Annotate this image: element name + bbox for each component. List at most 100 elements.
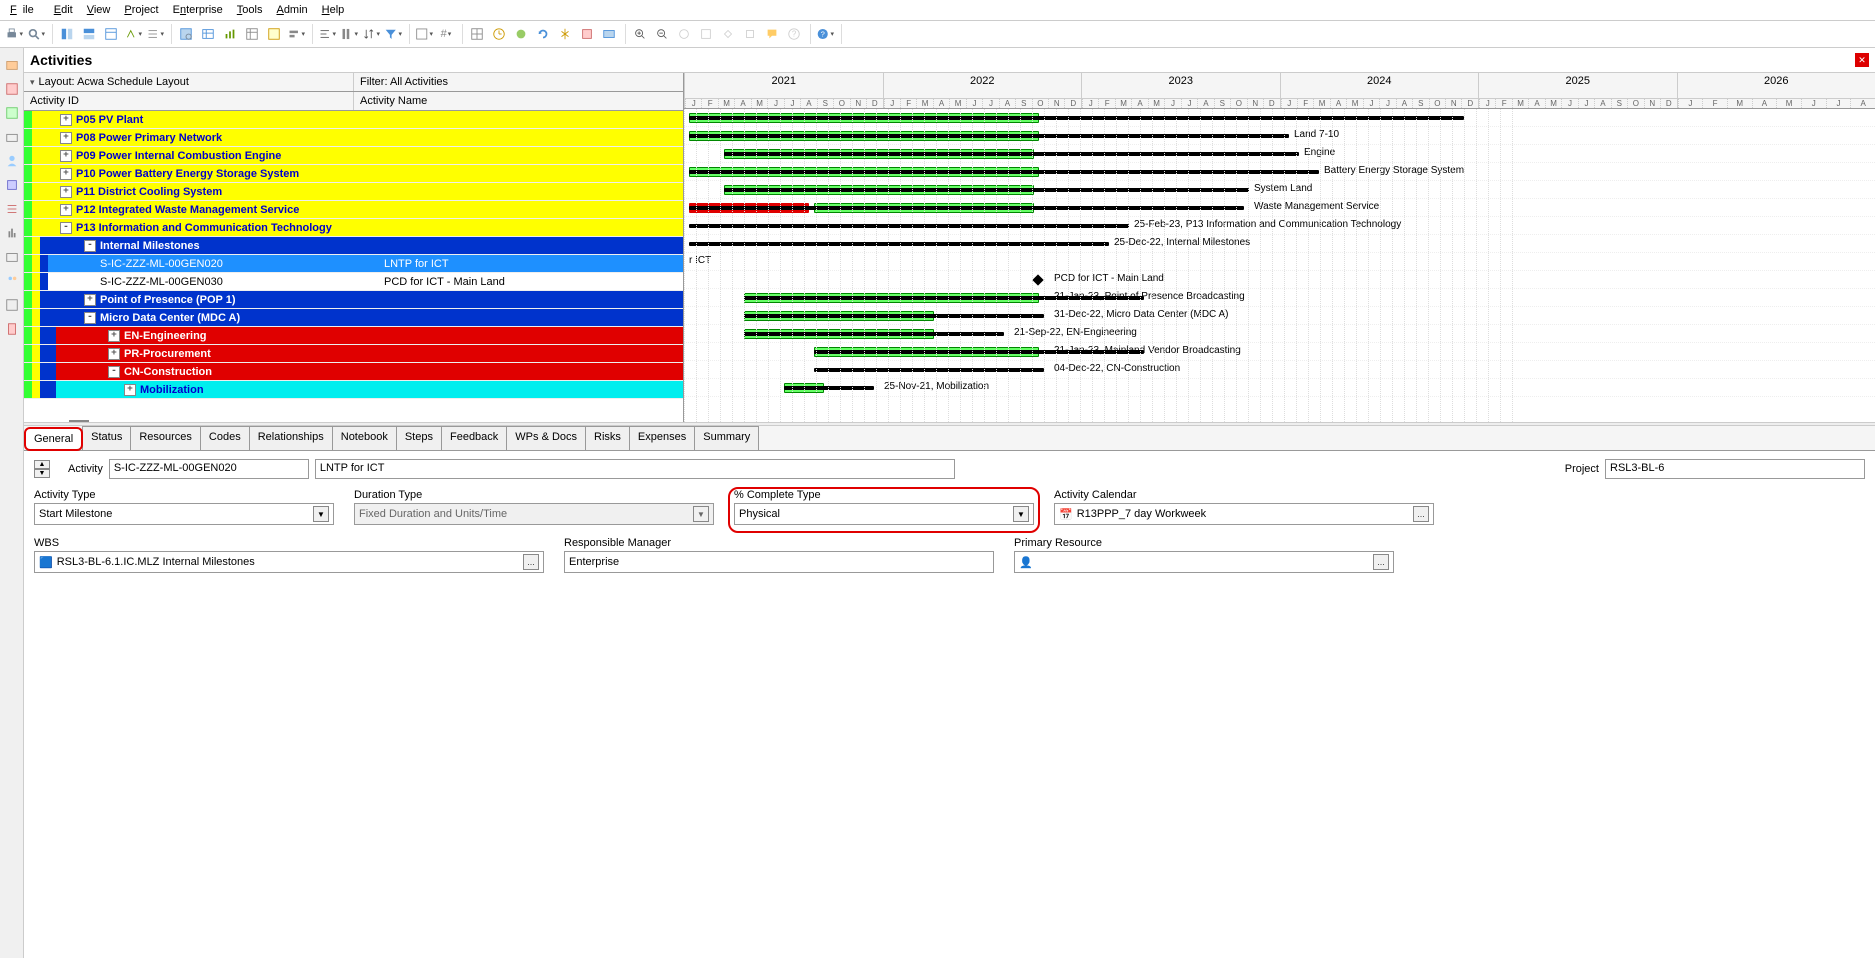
menu-edit[interactable]: Edit [48, 2, 79, 18]
expand-toggle[interactable]: + [108, 330, 120, 342]
tab-risks[interactable]: Risks [585, 426, 630, 450]
activity-row[interactable]: +P09 Power Internal Combustion Engine [24, 147, 683, 165]
hash-icon[interactable]: # [436, 24, 456, 44]
nav-btn-2[interactable] [718, 24, 738, 44]
gantt-bar[interactable] [724, 188, 1249, 192]
activity-id-field[interactable]: S-IC-ZZZ-ML-00GEN020 [109, 459, 309, 479]
activity-row[interactable]: -CN-Construction [24, 363, 683, 381]
nav-btn-3[interactable] [740, 24, 760, 44]
calendar-field[interactable]: 📅R13PPP_7 day Workweek… [1054, 503, 1434, 525]
tool-btn-1[interactable] [414, 24, 434, 44]
view-btn-6[interactable] [286, 24, 306, 44]
lt-btn-8[interactable] [3, 224, 21, 242]
menu-project[interactable]: Project [118, 2, 164, 18]
activity-row[interactable]: -Internal Milestones [24, 237, 683, 255]
gantt-bar[interactable] [689, 134, 1289, 138]
layout-btn-3[interactable] [101, 24, 121, 44]
gantt-bar[interactable] [689, 116, 1464, 120]
layout-selector[interactable]: Layout: Acwa Schedule Layout [24, 73, 354, 91]
tab-status[interactable]: Status [82, 426, 131, 450]
zoom-out-icon[interactable] [652, 24, 672, 44]
chevron-down-icon[interactable]: ▼ [1013, 506, 1029, 522]
lt-btn-4[interactable] [3, 128, 21, 146]
expand-toggle[interactable]: + [60, 186, 72, 198]
menu-admin[interactable]: Admin [270, 2, 313, 18]
expand-toggle[interactable]: + [60, 114, 72, 126]
activity-row[interactable]: +PR-Procurement [24, 345, 683, 363]
view-btn-5[interactable] [264, 24, 284, 44]
expand-toggle[interactable]: + [60, 168, 72, 180]
tab-summary[interactable]: Summary [694, 426, 759, 450]
help-icon[interactable]: ? [784, 24, 804, 44]
activity-name-field[interactable]: LNTP for ICT [315, 459, 955, 479]
lt-btn-3[interactable] [3, 104, 21, 122]
gantt-bar[interactable] [689, 224, 1129, 228]
lt-btn-7[interactable] [3, 200, 21, 218]
resp-mgr-field[interactable]: Enterprise [564, 551, 994, 573]
activity-row[interactable]: +P10 Power Battery Energy Storage System [24, 165, 683, 183]
lt-projects-icon[interactable] [3, 56, 21, 74]
gantt-bar[interactable] [689, 242, 1109, 246]
menu-help[interactable]: Help [316, 2, 351, 18]
activity-row[interactable]: S-IC-ZZZ-ML-00GEN020LNTP for ICT [24, 255, 683, 273]
tool-btn-5[interactable] [555, 24, 575, 44]
tab-general[interactable]: General [24, 427, 83, 451]
layout-btn-4[interactable] [123, 24, 143, 44]
align-btn[interactable] [317, 24, 337, 44]
tool-btn-7[interactable] [599, 24, 619, 44]
clock-icon[interactable] [489, 24, 509, 44]
expand-toggle[interactable]: + [108, 348, 120, 360]
expand-toggle[interactable]: + [124, 384, 136, 396]
zoom-in-icon[interactable] [630, 24, 650, 44]
gantt-chart[interactable]: 2021JFMAMJJASOND2022JFMAMJJASOND2023JFMA… [684, 73, 1875, 422]
columns-btn[interactable] [339, 24, 359, 44]
nav-btn-1[interactable] [696, 24, 716, 44]
expand-toggle[interactable]: + [60, 150, 72, 162]
layout-btn-1[interactable] [57, 24, 77, 44]
menu-view[interactable]: View [81, 2, 117, 18]
lt-btn-6[interactable] [3, 176, 21, 194]
chart-icon[interactable] [220, 24, 240, 44]
lt-resources-icon[interactable] [3, 80, 21, 98]
expand-toggle[interactable]: - [60, 222, 72, 234]
tool-btn-6[interactable] [577, 24, 597, 44]
activity-row[interactable]: +P05 PV Plant [24, 111, 683, 129]
lt-user-icon[interactable] [3, 152, 21, 170]
activity-row[interactable]: +Point of Presence (POP 1) [24, 291, 683, 309]
sort-btn[interactable] [361, 24, 381, 44]
tab-steps[interactable]: Steps [396, 426, 442, 450]
view-btn-4[interactable] [242, 24, 262, 44]
menu-file[interactable]: File [4, 2, 46, 18]
browse-icon[interactable]: … [1373, 554, 1389, 570]
activity-row[interactable]: +Mobilization [24, 381, 683, 399]
pane-resizer[interactable] [24, 423, 1875, 425]
col-activity-name[interactable]: Activity Name [354, 92, 683, 110]
tab-feedback[interactable]: Feedback [441, 426, 507, 450]
col-activity-id[interactable]: Activity ID [24, 92, 354, 110]
tab-notebook[interactable]: Notebook [332, 426, 397, 450]
menu-enterprise[interactable]: Enterprise [167, 2, 229, 18]
expand-toggle[interactable]: + [84, 294, 96, 306]
gantt-bar[interactable] [744, 332, 1004, 336]
primary-res-field[interactable]: 👤… [1014, 551, 1394, 573]
print-preview-button[interactable] [26, 24, 46, 44]
view-btn-2[interactable] [198, 24, 218, 44]
grid-icon[interactable] [467, 24, 487, 44]
activity-type-select[interactable]: Start Milestone▼ [34, 503, 334, 525]
browse-icon[interactable]: … [1413, 506, 1429, 522]
lt-btn-11[interactable] [3, 296, 21, 314]
filter-icon[interactable] [383, 24, 403, 44]
refresh-icon[interactable] [533, 24, 553, 44]
chevron-down-icon[interactable]: ▼ [313, 506, 329, 522]
complete-type-select[interactable]: Physical▼ [734, 503, 1034, 525]
activity-row[interactable]: -P13 Information and Communication Techn… [24, 219, 683, 237]
gantt-bar[interactable] [689, 206, 1244, 210]
view-btn-1[interactable] [176, 24, 196, 44]
tab-relationships[interactable]: Relationships [249, 426, 333, 450]
tool-btn-3[interactable] [511, 24, 531, 44]
help-dropdown-icon[interactable]: ? [815, 24, 835, 44]
tab-expenses[interactable]: Expenses [629, 426, 695, 450]
close-icon[interactable]: ✕ [1855, 53, 1869, 67]
tab-codes[interactable]: Codes [200, 426, 250, 450]
expand-toggle[interactable]: - [108, 366, 120, 378]
